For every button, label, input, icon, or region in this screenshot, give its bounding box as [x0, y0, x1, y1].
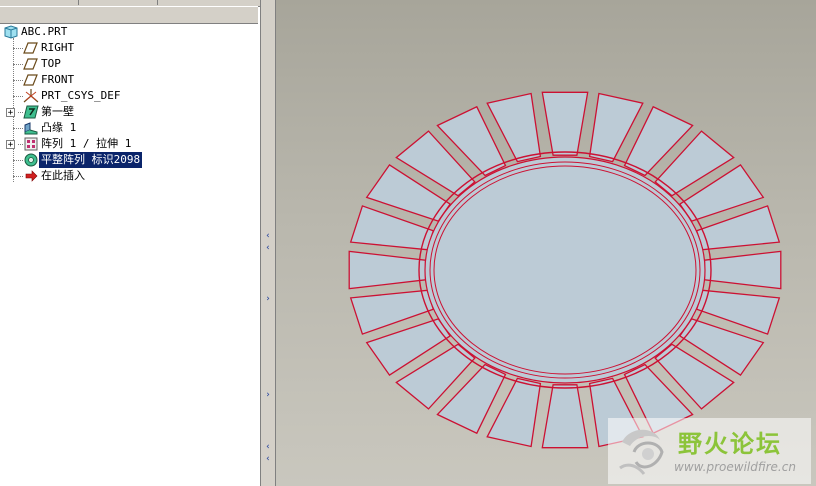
watermark-title: 野火论坛 — [678, 430, 782, 458]
model-tree-panel: ABC.PRT RIGHT TOP FRONT PRT_CSYS_DEF + 第… — [0, 0, 260, 486]
chevron-left-icon[interactable]: ‹ — [264, 244, 272, 253]
datum-plane-icon — [23, 42, 38, 54]
fin — [703, 250, 782, 290]
fin — [541, 91, 589, 156]
watermark-url: www.proewildfire.cn — [674, 460, 796, 474]
sheetmetal-wall-icon — [23, 105, 39, 119]
chevron-left-icon[interactable]: ‹ — [264, 232, 272, 241]
panel-splitter[interactable]: ‹ ‹ › › ‹ ‹ — [260, 0, 276, 486]
tree-item-label: PRT_CSYS_DEF — [41, 89, 121, 102]
datum-plane-icon — [23, 74, 38, 86]
pattern-icon — [24, 137, 38, 151]
tree-item-top[interactable]: TOP — [0, 56, 260, 72]
coordinate-system-icon — [23, 89, 39, 103]
tree-item-insert-here[interactable]: 在此插入 — [0, 168, 260, 184]
model-view — [348, 91, 782, 449]
graphics-viewport[interactable] — [276, 0, 816, 486]
panel-tab[interactable] — [0, 0, 79, 5]
tree-item-label: RIGHT — [41, 41, 75, 54]
tree-item-label: 平整阵列 标识2098 — [39, 152, 143, 168]
tree-item-label: ABC.PRT — [21, 25, 68, 38]
tree-item-label: 阵列 1 / 拉伸 1 — [41, 137, 132, 150]
chevron-right-icon[interactable]: › — [264, 295, 272, 304]
part-icon — [4, 25, 18, 39]
chevron-left-icon[interactable]: ‹ — [264, 443, 272, 452]
expand-toggle[interactable]: + — [6, 108, 15, 118]
panel-tab[interactable] — [79, 0, 158, 5]
chevron-right-icon[interactable]: › — [264, 391, 272, 400]
tree-item-right[interactable]: RIGHT — [0, 40, 260, 56]
insert-arrow-icon — [25, 170, 38, 182]
expand-toggle[interactable]: + — [6, 140, 15, 150]
flange-icon — [24, 122, 38, 135]
tree-item-csys[interactable]: PRT_CSYS_DEF — [0, 88, 260, 104]
tree-item-flat-pattern[interactable]: 平整阵列 标识2098 — [0, 152, 260, 168]
watermark: 野火论坛 www.proewildfire.cn — [608, 418, 811, 484]
tree-item-label: TOP — [41, 57, 61, 70]
fin — [348, 250, 427, 290]
tree-item-front[interactable]: FRONT — [0, 72, 260, 88]
tree-item-flange[interactable]: 凸缘 1 — [0, 120, 260, 136]
tree-item-label: FRONT — [41, 73, 75, 86]
tree-item-label: 第一壁 — [41, 105, 74, 118]
fin — [541, 384, 589, 449]
tree-item-label: 凸缘 1 — [41, 121, 77, 134]
disk-face — [433, 165, 697, 375]
tree-item-root[interactable]: ABC.PRT — [0, 24, 260, 40]
tree-item-first-wall[interactable]: + 第一壁 — [0, 104, 260, 120]
datum-plane-icon — [23, 58, 38, 70]
chevron-left-icon[interactable]: ‹ — [264, 455, 272, 464]
tree-item-label: 在此插入 — [41, 169, 85, 182]
flat-pattern-icon — [24, 153, 38, 167]
tree-item-pattern[interactable]: + 阵列 1 / 拉伸 1 — [0, 136, 260, 152]
model-tree-header — [0, 6, 258, 24]
forum-logo-icon — [619, 429, 664, 475]
